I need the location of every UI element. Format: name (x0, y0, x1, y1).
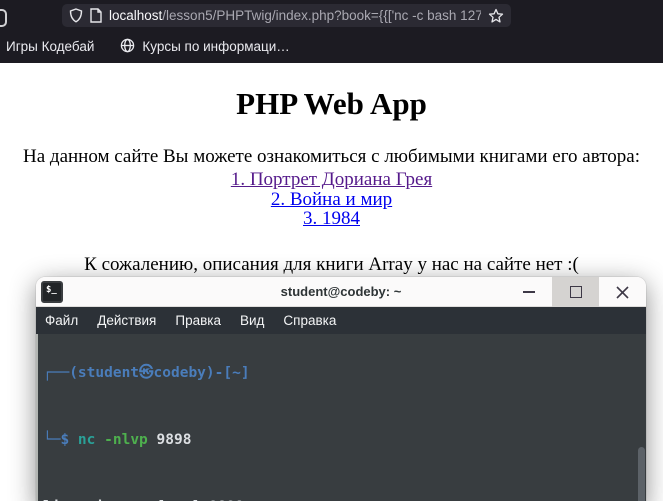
close-icon (616, 285, 629, 299)
terminal-prompt-line: └─$ nc -nlvp 9898 (43, 429, 646, 451)
no-description-message: К сожалению, описания для книги Array у … (84, 253, 579, 275)
shell-prompt: └─$ (43, 432, 70, 449)
url-path: /lesson5/PHPTwig/index.php?book={{['nc -… (162, 8, 481, 23)
clipped-toolbar-icon (0, 9, 7, 27)
terminal-line-clipped: ┌──(student㉿codeby)-[~] (43, 364, 250, 381)
url-text[interactable]: localhost/lesson5/PHPTwig/index.php?book… (109, 8, 481, 23)
browser-chrome: localhost/lesson5/PHPTwig/index.php?book… (0, 0, 663, 63)
globe-icon (120, 38, 135, 56)
command-name: nc (69, 432, 96, 449)
terminal-menubar: Файл Действия Правка Вид Справка (36, 307, 646, 334)
command-args: -nlvp (95, 432, 148, 449)
bookmarks-bar: Игры Кодебай Курсы по информаци… (0, 30, 663, 63)
terminal-line: listening on [any] 9898 ... (43, 496, 646, 501)
url-host: localhost (109, 8, 163, 23)
shield-icon[interactable] (69, 8, 83, 23)
bookmark-star-icon[interactable] (488, 8, 504, 24)
window-controls (505, 277, 646, 307)
command-port: 9898 (147, 432, 192, 449)
terminal-output[interactable]: ┌──(student㉿codeby)-[~] └─$ nc -nlvp 989… (36, 334, 646, 501)
book-link-list: 1. Портрет Дориана Грея 2. Война и мир 3… (0, 170, 663, 229)
menu-edit[interactable]: Правка (175, 313, 221, 328)
menu-help[interactable]: Справка (283, 313, 336, 328)
url-bar[interactable]: localhost/lesson5/PHPTwig/index.php?book… (62, 4, 511, 27)
book-link-3[interactable]: 3. 1984 (0, 209, 663, 229)
web-page-content: PHP Web App На данном сайте Вы можете оз… (0, 86, 663, 276)
bookmark-item-courses[interactable]: Курсы по информаци… (120, 38, 290, 56)
close-button[interactable] (599, 277, 646, 307)
book-link-1[interactable]: 1. Портрет Дориана Грея (0, 170, 663, 190)
maximize-button[interactable] (552, 277, 599, 307)
terminal-titlebar[interactable]: $_ student@codeby: ~ (36, 277, 646, 307)
menu-view[interactable]: Вид (240, 313, 264, 328)
browser-toolbar: localhost/lesson5/PHPTwig/index.php?book… (0, 0, 663, 30)
terminal-scrollbar-thumb[interactable] (638, 447, 645, 501)
page-title: PHP Web App (236, 86, 427, 121)
book-link-2[interactable]: 2. Война и мир (0, 189, 663, 210)
menu-file[interactable]: Файл (45, 313, 78, 328)
maximize-icon (569, 286, 582, 298)
intro-text: На данном сайте Вы можете ознакомиться с… (23, 146, 640, 167)
minimize-button[interactable] (505, 277, 552, 307)
minimize-icon (522, 291, 535, 293)
menu-actions[interactable]: Действия (97, 313, 156, 328)
bookmark-label: Курсы по информаци… (142, 39, 290, 54)
bookmark-item-kodebai[interactable]: Игры Кодебай (6, 39, 94, 54)
terminal-window: $_ student@codeby: ~ Файл Действия Правк… (36, 277, 646, 501)
page-info-icon[interactable] (90, 8, 102, 23)
bookmark-label: Игры Кодебай (6, 39, 95, 54)
